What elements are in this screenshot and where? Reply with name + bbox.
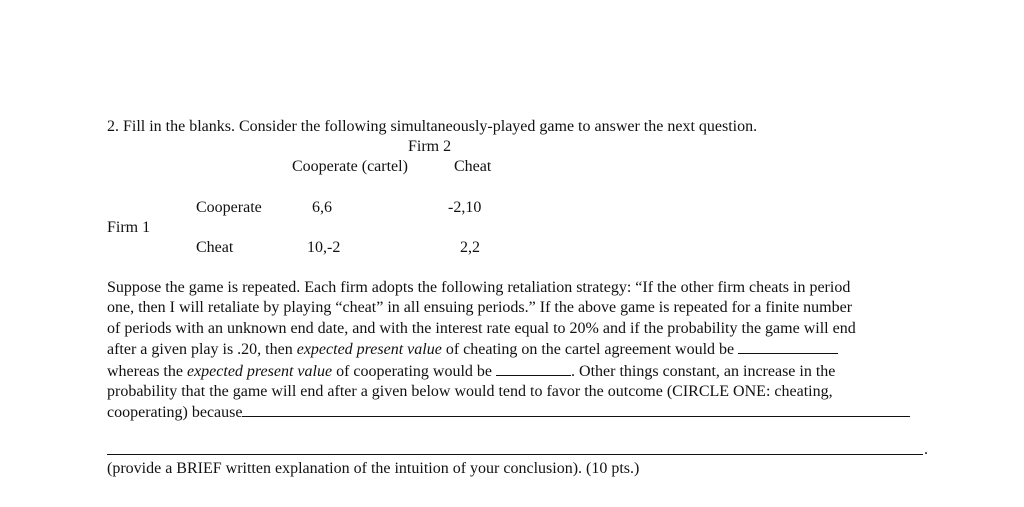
column-player-label: Firm 2 [408,138,452,155]
answer-blank-cooperating-epv[interactable] [496,361,572,376]
text: after a given play is .20, then [107,341,297,359]
text: whereas the [107,362,187,380]
instruction-footer: (provide a BRIEF written explanation of … [107,460,640,477]
answer-blank-cheating-epv[interactable] [738,339,839,355]
text: . Other things constant, an increase in … [571,362,836,380]
payoff-cell: 10,-2 [307,239,341,256]
paragraph-line: Suppose the game is repeated. Each firm … [107,279,851,296]
column-strategy-cheat: Cheat [454,158,492,175]
row-player-label: Firm 1 [107,219,151,236]
paragraph-line: after a given play is .20, then expected… [107,339,937,360]
text: of cooperating would be [332,362,497,380]
paragraph-line: of periods with an unknown end date, and… [107,319,856,337]
text: cooperating) because [107,404,243,422]
row-strategy-cooperate: Cooperate [196,199,262,216]
row-strategy-cheat: Cheat [196,239,234,256]
period-mark: . [924,441,928,458]
question-paragraph: Suppose the game is repeated. Each firm … [107,278,937,424]
paragraph-line: whereas the expected present value of co… [107,361,937,382]
question-title: 2. Fill in the blanks. Consider the foll… [107,118,758,135]
answer-blank-explanation[interactable] [242,402,911,418]
paragraph-line: probability that the game will end after… [107,383,833,401]
emphasis-text: expected present value [186,362,333,380]
payoff-cell: 6,6 [312,199,332,216]
payoff-cell: 2,2 [460,239,480,256]
emphasis-text: expected present value [296,341,442,359]
column-strategy-cooperate: Cooperate (cartel) [292,158,408,175]
paragraph-line: one, then I will retaliate by playing “c… [107,299,853,317]
answer-blank-explanation-continued[interactable] [107,454,923,455]
text: of cheating on the cartel agreement woul… [441,341,739,359]
payoff-cell: -2,10 [448,199,482,216]
paragraph-line: cooperating) because [107,402,937,423]
